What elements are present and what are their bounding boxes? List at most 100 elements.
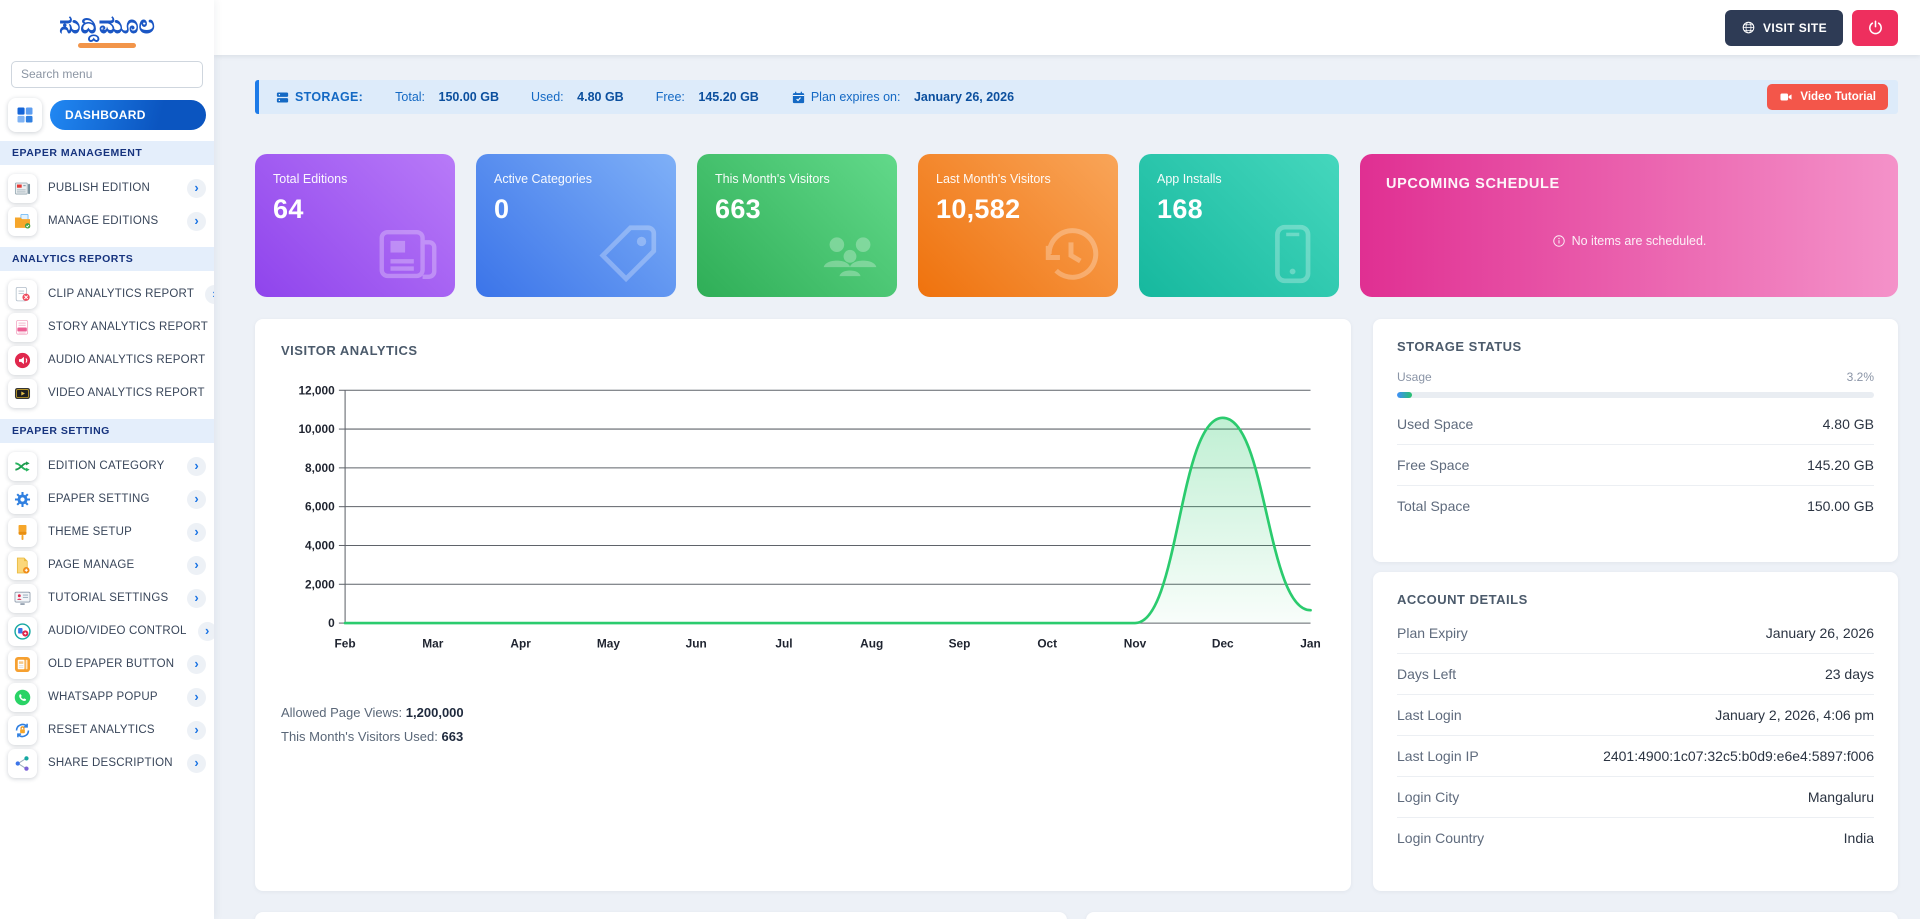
svg-text:12,000: 12,000	[298, 384, 335, 397]
chevron-right-icon[interactable]: ›	[187, 721, 206, 740]
detail-value: 23 days	[1825, 666, 1874, 682]
sidebar-item-label: STORY ANALYTICS REPORT	[48, 321, 208, 333]
svg-text:8,000: 8,000	[305, 462, 335, 475]
svg-text:Jun: Jun	[686, 638, 707, 651]
video-tutorial-button[interactable]: Video Tutorial	[1767, 84, 1888, 110]
svg-text:Nov: Nov	[1124, 638, 1147, 651]
storage-icon	[275, 90, 290, 105]
chevron-right-icon[interactable]: ›	[198, 622, 214, 641]
detail-value: 150.00 GB	[1807, 498, 1874, 514]
stat-cards-row: Total Editions64Active Categories0This M…	[255, 154, 1898, 297]
chevron-right-icon[interactable]: ›	[187, 688, 206, 707]
calendar-check-icon	[791, 90, 806, 105]
detail-row-total-space: Total Space150.00 GB	[1397, 486, 1874, 526]
storage-status-panel: STORAGE STATUS Usage 3.2% Used Space4.80…	[1373, 319, 1898, 562]
bottom-right-card-edge	[1086, 912, 1898, 919]
sidebar-item-label: PUBLISH EDITION	[48, 182, 176, 194]
sidebar-item-label: TUTORIAL SETTINGS	[48, 592, 176, 604]
dashboard-content: STORAGE: Total: 150.00 GB Used: 4.80 GB …	[214, 55, 1920, 919]
detail-row-login-country: Login Country India	[1397, 818, 1874, 858]
video-camera-icon	[1779, 90, 1793, 104]
detail-label: Last Login IP	[1397, 748, 1479, 764]
analytics-title: VISITOR ANALYTICS	[281, 343, 1325, 358]
detail-row-last-login: Last LoginJanuary 2, 2026, 4:06 pm	[1397, 695, 1874, 736]
stat-card-label: Active Categories	[494, 172, 658, 186]
chevron-right-icon[interactable]: ›	[187, 179, 206, 198]
chevron-right-icon[interactable]: ›	[187, 655, 206, 674]
clip-icon	[8, 280, 37, 309]
storage-label: STORAGE:	[295, 90, 363, 104]
sidebar-item-theme-setup[interactable]: THEME SETUP ›	[0, 516, 214, 549]
search-input[interactable]	[11, 61, 203, 88]
account-details-title: ACCOUNT DETAILS	[1397, 592, 1874, 607]
sidebar-item-label: OLD EPAPER BUTTON	[48, 658, 176, 670]
allowed-pageviews-label: Allowed Page Views:	[281, 705, 402, 720]
sidebar-item-publish-edition[interactable]: PUBLISH EDITION ›	[0, 172, 214, 205]
chevron-right-icon[interactable]: ›	[187, 212, 206, 231]
chevron-right-icon[interactable]: ›	[187, 490, 206, 509]
sidebar-item-dashboard[interactable]: DASHBOARD	[0, 98, 214, 132]
sidebar-item-story-analytics-report[interactable]: STORY ANALYTICS REPORT	[0, 311, 214, 344]
visit-site-button[interactable]: VISIT SITE	[1725, 10, 1843, 46]
sidebar-item-share-description[interactable]: SHARE DESCRIPTION ›	[0, 747, 214, 780]
logout-power-button[interactable]	[1852, 10, 1898, 46]
storage-total: 150.00 GB	[439, 90, 499, 104]
detail-value: India	[1844, 830, 1874, 846]
top-header: VISIT SITE	[214, 0, 1920, 55]
account-details-panel: ACCOUNT DETAILS Plan Expiry January 26, 2…	[1373, 572, 1898, 891]
upcoming-schedule-card: UPCOMING SCHEDULE No items are scheduled…	[1360, 154, 1898, 297]
sidebar-item-reset-analytics[interactable]: RESET ANALYTICS›	[0, 714, 214, 747]
sidebar-item-label: AUDIO ANALYTICS REPORT	[48, 354, 206, 366]
svg-text:Jan: Jan	[1300, 638, 1320, 651]
sidebar-item-audio-analytics-report[interactable]: AUDIO ANALYTICS REPORT	[0, 344, 214, 377]
detail-value: 2401:4900:1c07:32c5:b0d9:e6e4:5897:f006	[1603, 748, 1874, 764]
chevron-right-icon[interactable]: ›	[187, 556, 206, 575]
svg-text:Apr: Apr	[510, 638, 531, 651]
svg-text:Sep: Sep	[949, 638, 971, 651]
sidebar-item-page-manage[interactable]: PAGE MANAGE›	[0, 549, 214, 582]
stat-card-label: Last Month's Visitors	[936, 172, 1100, 186]
chevron-right-icon[interactable]: ›	[205, 285, 214, 304]
detail-row-days-left: Days Left23 days	[1397, 654, 1874, 695]
chevron-right-icon[interactable]: ›	[187, 589, 206, 608]
detail-value: Mangaluru	[1808, 789, 1874, 805]
sidebar: ಸುದ್ದಿಮೂಲ DASHBOARD EPAPER MANAGEMENTPUB…	[0, 0, 214, 919]
detail-label: Used Space	[1397, 416, 1473, 432]
people-bg-icon	[815, 219, 885, 289]
chevron-right-icon[interactable]: ›	[187, 754, 206, 773]
usage-percent: 3.2%	[1847, 370, 1874, 384]
logo-tagline	[78, 43, 136, 48]
sidebar-item-audio-video-control[interactable]: AUDIO/VIDEO CONTROL›	[0, 615, 214, 648]
sidebar-item-whatsapp-popup[interactable]: WHATSAPP POPUP›	[0, 681, 214, 714]
sidebar-item-manage-editions[interactable]: MANAGE EDITIONS›	[0, 205, 214, 238]
gear-icon	[8, 485, 37, 514]
stat-card-active-categories: Active Categories0	[476, 154, 676, 297]
sidebar-item-epaper-setting[interactable]: EPAPER SETTING›	[0, 483, 214, 516]
bottom-left-card-edge	[255, 912, 1067, 919]
logo[interactable]: ಸುದ್ದಿಮೂಲ	[0, 0, 214, 52]
sidebar-item-tutorial-settings[interactable]: TUTORIAL SETTINGS ›	[0, 582, 214, 615]
sidebar-item-label: SHARE DESCRIPTION	[48, 757, 176, 769]
usage-progress-bar	[1397, 392, 1874, 398]
sidebar-item-clip-analytics-report[interactable]: CLIP ANALYTICS REPORT›	[0, 278, 214, 311]
sidebar-sections: EPAPER MANAGEMENTPUBLISH EDITION›MANAGE …	[0, 141, 214, 780]
svg-text:0: 0	[328, 617, 335, 630]
sidebar-item-edition-category[interactable]: EDITION CATEGORY›	[0, 450, 214, 483]
sidebar-item-video-analytics-report[interactable]: VIDEO ANALYTICS REPORT	[0, 377, 214, 410]
detail-row-login-city: Login CityMangaluru	[1397, 777, 1874, 818]
stat-card-total-editions: Total Editions64	[255, 154, 455, 297]
sidebar-item-old-epaper-button[interactable]: OLD EPAPER BUTTON ›	[0, 648, 214, 681]
sidebar-item-label: THEME SETUP	[48, 526, 176, 538]
stat-card-app-installs: App Installs168	[1139, 154, 1339, 297]
detail-value: January 26, 2026	[1766, 625, 1874, 641]
chevron-right-icon[interactable]: ›	[187, 523, 206, 542]
detail-label: Login Country	[1397, 830, 1484, 846]
brush-icon	[8, 518, 37, 547]
phone-bg-icon	[1257, 219, 1327, 289]
logo-text: ಸುದ್ದಿಮೂಲ	[59, 12, 155, 40]
dashboard-grid-icon	[8, 98, 42, 132]
detail-label: Free Space	[1397, 457, 1469, 473]
dashboard-active-pill[interactable]: DASHBOARD	[50, 100, 206, 130]
detail-label: Plan Expiry	[1397, 625, 1468, 641]
chevron-right-icon[interactable]: ›	[187, 457, 206, 476]
